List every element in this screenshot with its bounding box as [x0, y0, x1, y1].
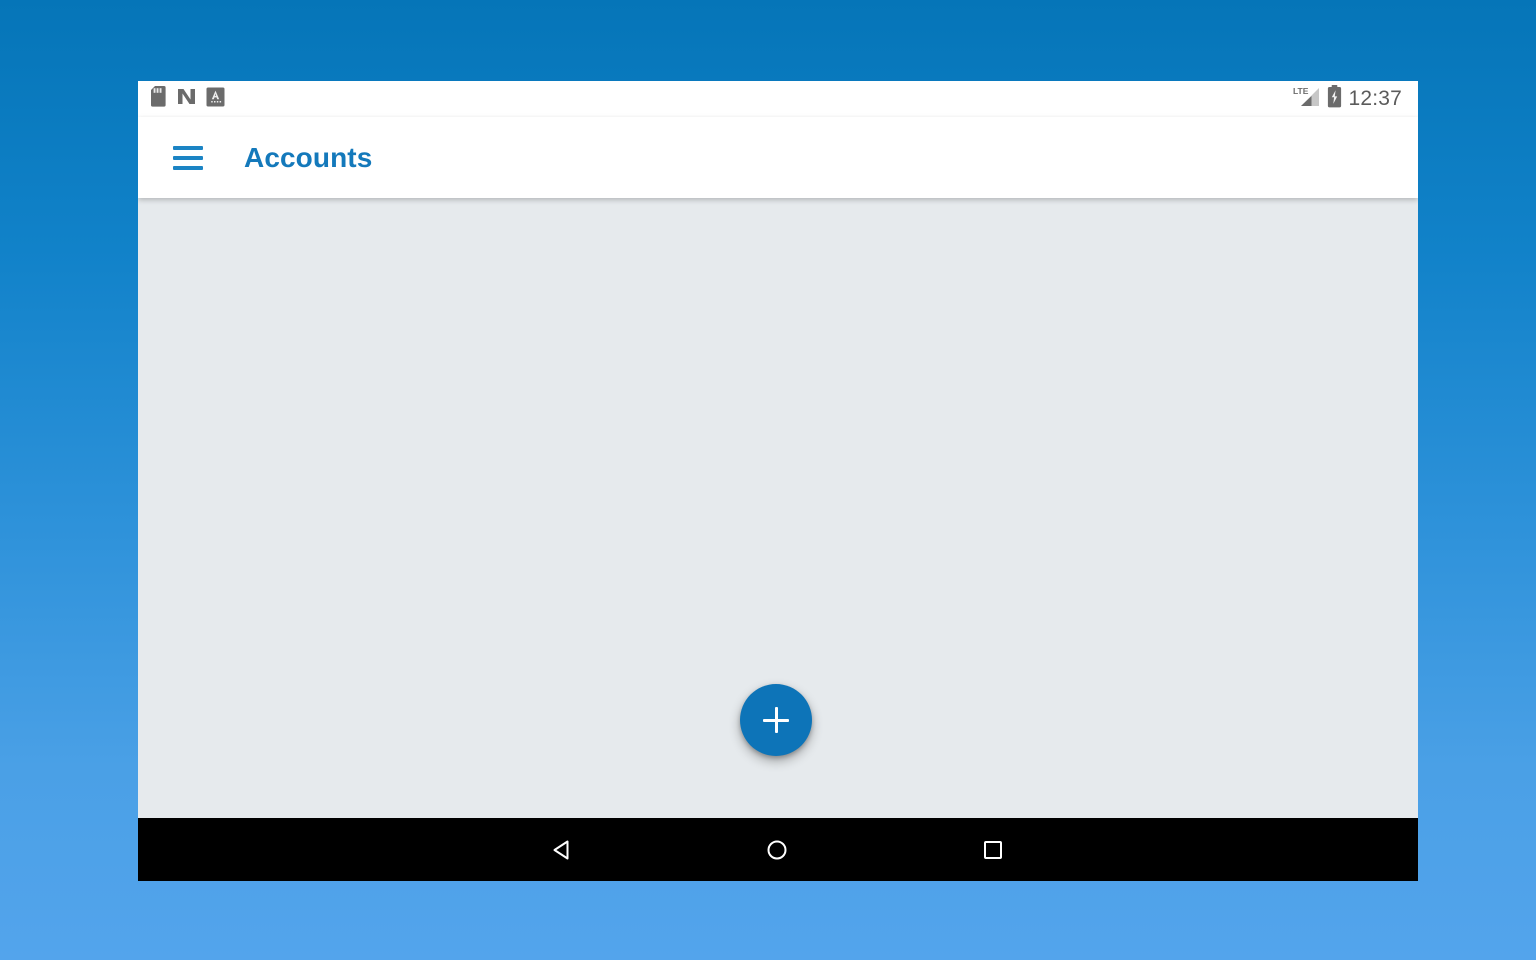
nav-recents-button[interactable]	[943, 818, 1043, 881]
keyboard-input-icon	[206, 87, 225, 112]
plus-icon-horizontal	[763, 718, 789, 722]
home-circle-icon	[767, 840, 787, 859]
add-account-fab[interactable]	[740, 684, 812, 756]
nav-home-button[interactable]	[727, 818, 827, 881]
sd-card-icon	[150, 86, 167, 112]
device-screen: LTE 12:37 Accounts	[138, 81, 1418, 881]
page-title: Accounts	[244, 141, 373, 173]
app-bar: Accounts	[138, 117, 1418, 198]
status-bar-clock: 12:37	[1348, 87, 1402, 110]
nfc-icon	[176, 86, 197, 112]
lte-signal-icon: LTE	[1293, 85, 1321, 114]
nav-back-button[interactable]	[513, 818, 613, 881]
status-bar-left-icons	[150, 86, 225, 112]
hamburger-menu-icon[interactable]	[164, 134, 212, 182]
menu-bar-3	[173, 165, 203, 170]
menu-bar-2	[173, 155, 203, 160]
svg-text:LTE: LTE	[1293, 86, 1309, 96]
status-bar-right-status: LTE 12:37	[1293, 85, 1402, 114]
menu-bar-1	[173, 145, 203, 150]
battery-charging-icon	[1327, 85, 1342, 113]
status-bar: LTE 12:37	[138, 81, 1418, 117]
system-navigation-bar	[138, 818, 1418, 881]
recents-square-icon	[984, 840, 1002, 859]
back-triangle-icon	[553, 840, 569, 859]
